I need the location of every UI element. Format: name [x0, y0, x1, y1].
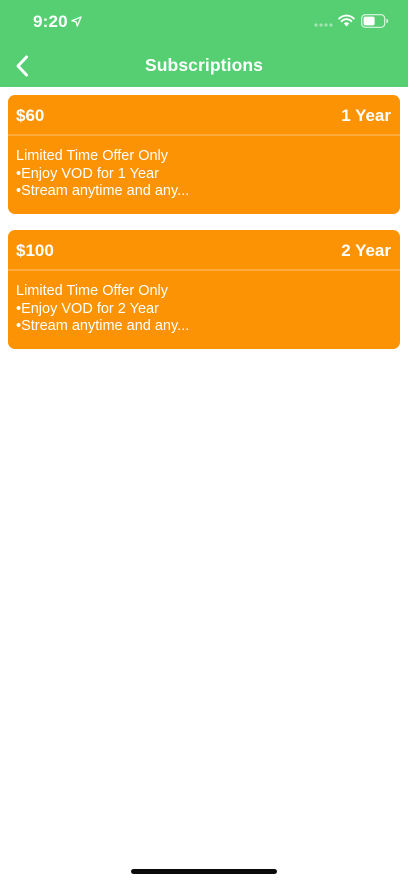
- subscription-price: $100: [16, 241, 54, 260]
- signal-icon: [314, 23, 333, 27]
- card-header: $60 1 Year: [8, 95, 400, 136]
- subscription-card-2-year[interactable]: $100 2 Year Limited Time Offer Only •Enj…: [8, 230, 400, 349]
- battery-icon: [361, 14, 389, 28]
- subscription-list: $60 1 Year Limited Time Offer Only •Enjo…: [8, 95, 400, 365]
- nav-bar: Subscriptions: [0, 44, 408, 87]
- status-bar: 9:20: [0, 0, 408, 44]
- subscription-price: $60: [16, 106, 45, 125]
- description-line: Limited Time Offer Only: [16, 283, 169, 299]
- card-header: $100 2 Year: [8, 230, 400, 271]
- card-description: Limited Time Offer Only •Enjoy VOD for 1…: [8, 136, 400, 201]
- description-line: •Stream anytime and any...: [16, 183, 190, 199]
- card-description: Limited Time Offer Only •Enjoy VOD for 2…: [8, 271, 400, 336]
- description-line: •Enjoy VOD for 2 Year: [16, 300, 159, 317]
- page-title: Subscriptions: [145, 55, 263, 75]
- description-line: •Stream anytime and any...: [16, 318, 190, 334]
- wifi-icon: [338, 14, 355, 27]
- screen: 9:20 Subscriptions $60 1 Year Limited Ti…: [0, 0, 408, 883]
- description-line: Limited Time Offer Only: [16, 148, 169, 164]
- location-arrow-icon: [71, 16, 82, 27]
- home-indicator[interactable]: [131, 869, 277, 874]
- subscription-term: 2 Year: [341, 241, 391, 260]
- subscription-card-1-year[interactable]: $60 1 Year Limited Time Offer Only •Enjo…: [8, 95, 400, 214]
- header: 9:20 Subscriptions: [0, 0, 408, 87]
- description-line: •Enjoy VOD for 1 Year: [16, 165, 159, 182]
- subscription-term: 1 Year: [341, 106, 391, 125]
- status-time: 9:20: [33, 12, 68, 31]
